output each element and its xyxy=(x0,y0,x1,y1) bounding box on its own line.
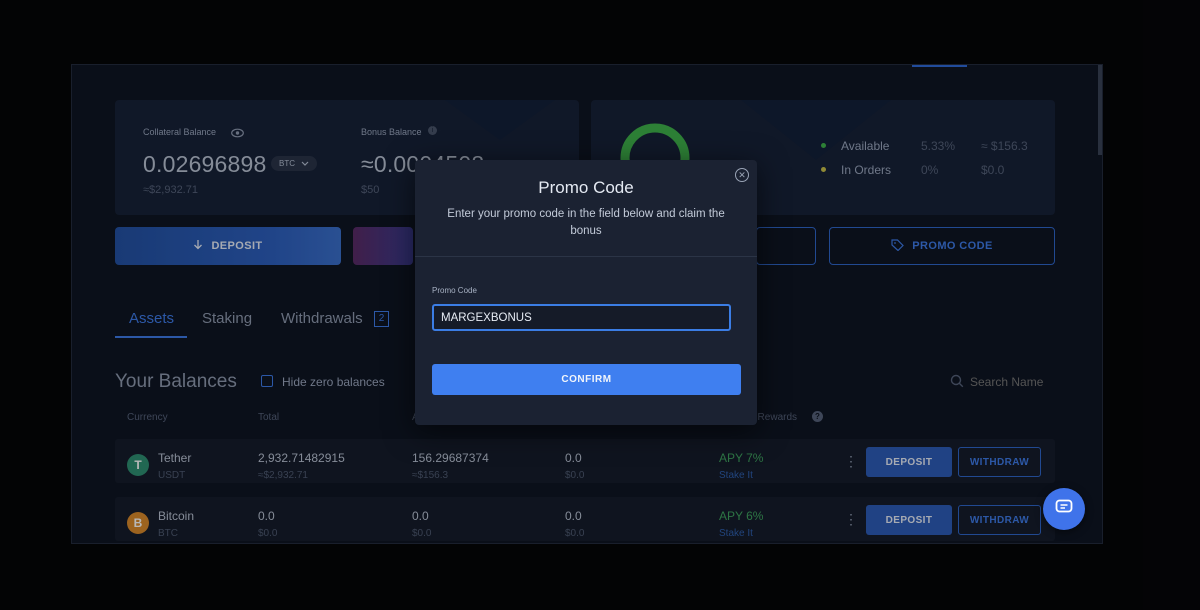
promo-code-label: PROMO CODE xyxy=(912,240,993,252)
col-currency: Currency xyxy=(127,412,168,423)
collateral-label: Collateral Balance xyxy=(143,127,217,137)
in-orders-usd: $0.0 xyxy=(565,470,585,481)
tab-withdrawals[interactable]: Withdrawals xyxy=(281,310,363,327)
deposit-button[interactable]: DEPOSIT xyxy=(115,227,341,265)
currency-select[interactable]: BTC xyxy=(271,156,317,171)
tab-assets-underline xyxy=(115,336,187,338)
inorders-label: In Orders xyxy=(841,163,892,177)
withdraw-button[interactable] xyxy=(353,227,413,265)
currency-symbol: USDT xyxy=(158,470,186,481)
transfer-button[interactable] xyxy=(756,227,816,265)
table-row: B Bitcoin BTC 0.0 $0.0 0.0 $0.0 0.0 $0.0… xyxy=(115,497,1055,541)
promo-code-button[interactable]: PROMO CODE xyxy=(829,227,1055,265)
currency-name: Tether xyxy=(158,451,192,465)
more-icon[interactable]: ⋮ xyxy=(844,454,858,468)
available-label: Available xyxy=(841,139,890,153)
total-usd: $0.0 xyxy=(258,528,278,539)
eye-icon[interactable] xyxy=(231,125,244,143)
modal-description: Enter your promo code in the field below… xyxy=(447,208,725,237)
bonus-usd: $50 xyxy=(361,184,380,196)
currency-select-label: BTC xyxy=(279,159,295,168)
row-deposit-button[interactable]: DEPOSIT xyxy=(866,505,952,535)
tab-assets[interactable]: Assets xyxy=(129,310,174,327)
arrow-down-icon xyxy=(193,239,203,253)
promo-code-input[interactable] xyxy=(432,304,731,331)
chevron-down-icon xyxy=(301,159,309,168)
chat-button[interactable] xyxy=(1043,488,1085,530)
available-usd: $0.0 xyxy=(412,528,432,539)
collateral-value: 0.02696898 xyxy=(143,151,267,177)
available-pct: 5.33% xyxy=(921,139,956,153)
active-indicator xyxy=(912,65,967,67)
balances-heading: Your Balances xyxy=(115,371,237,392)
row-withdraw-button[interactable]: WITHDRAW xyxy=(958,505,1041,535)
in-orders-value: 0.0 xyxy=(565,509,582,523)
currency-name: Bitcoin xyxy=(158,509,195,523)
help-icon[interactable]: ? xyxy=(812,411,823,422)
available-usd: ≈ $156.3 xyxy=(981,139,1028,153)
bitcoin-icon: B xyxy=(127,512,149,534)
table-row: T Tether USDT 2,932.71482915 ≈$2,932.71 … xyxy=(115,439,1055,483)
chat-icon xyxy=(1055,499,1073,520)
deposit-button-label: DEPOSIT xyxy=(211,240,263,252)
col-total: Total xyxy=(258,412,280,423)
inorders-dot xyxy=(821,167,826,172)
bonus-label: Bonus Balance xyxy=(361,127,422,137)
promo-field-label: Promo Code xyxy=(432,286,477,295)
scrollbar[interactable] xyxy=(1098,65,1102,155)
apy-value: APY 6% xyxy=(719,509,764,523)
total-value: 2,932.71482915 xyxy=(258,451,345,465)
search-icon xyxy=(950,374,964,393)
tether-icon: T xyxy=(127,454,149,476)
tag-icon xyxy=(891,238,905,254)
row-withdraw-button[interactable]: WITHDRAW xyxy=(958,447,1041,477)
info-icon[interactable]: i xyxy=(428,126,437,135)
in-orders-usd: $0.0 xyxy=(565,528,585,539)
available-usd: ≈$156.3 xyxy=(412,470,449,481)
stake-link[interactable]: Stake It xyxy=(719,528,753,539)
tab-staking[interactable]: Staking xyxy=(202,310,252,327)
more-icon[interactable]: ⋮ xyxy=(844,512,858,526)
modal-title: Promo Code xyxy=(538,178,634,197)
promo-code-modal: ✕ Promo Code Enter your promo code in th… xyxy=(415,160,757,425)
in-orders-value: 0.0 xyxy=(565,451,582,465)
inorders-pct: 0% xyxy=(921,163,939,177)
collateral-usd: ≈$2,932.71 xyxy=(143,184,198,196)
hide-zero-label: Hide zero balances xyxy=(282,375,385,389)
apy-value: APY 7% xyxy=(719,451,764,465)
hide-zero-checkbox[interactable] xyxy=(261,375,273,387)
modal-divider xyxy=(415,256,757,257)
available-dot xyxy=(821,143,826,148)
row-deposit-button[interactable]: DEPOSIT xyxy=(866,447,952,477)
confirm-button[interactable]: CONFIRM xyxy=(432,364,741,395)
available-value: 0.0 xyxy=(412,509,429,523)
total-usd: ≈$2,932.71 xyxy=(258,470,308,481)
stake-link[interactable]: Stake It xyxy=(719,470,753,481)
currency-symbol: BTC xyxy=(158,528,178,539)
inorders-usd: $0.0 xyxy=(981,163,1005,177)
search-input[interactable] xyxy=(968,371,1062,393)
total-value: 0.0 xyxy=(258,509,275,523)
withdrawals-badge: 2 xyxy=(374,311,389,327)
available-value: 156.29687374 xyxy=(412,451,489,465)
